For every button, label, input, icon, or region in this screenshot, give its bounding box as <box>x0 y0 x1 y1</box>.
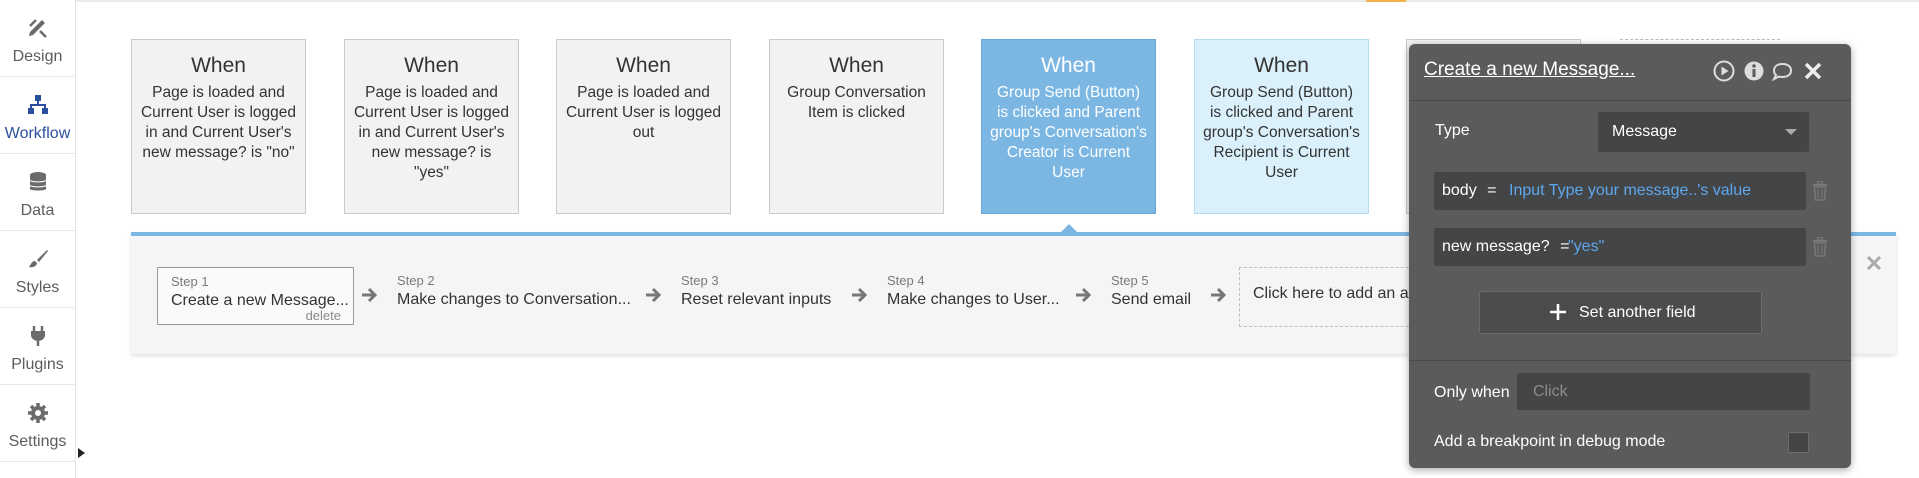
type-label: Type <box>1435 122 1470 139</box>
nav-label: Design <box>12 48 63 65</box>
arrow-right-icon <box>1211 287 1227 303</box>
nav-label: Workflow <box>4 125 71 142</box>
event-condition: Group Send (Button) is clicked and Paren… <box>1203 84 1360 181</box>
event-condition: Page is loaded and Current User is logge… <box>565 84 722 141</box>
step-title: Reset relevant inputs <box>681 291 832 308</box>
close-icon[interactable] <box>1802 60 1824 82</box>
step-card[interactable]: Step 3 Reset relevant inputs <box>668 267 848 325</box>
event-when-label: When <box>191 54 246 77</box>
divider <box>1409 100 1851 101</box>
field-name: body = <box>1442 182 1497 200</box>
divider <box>0 461 75 462</box>
top-accent <box>1366 0 1406 2</box>
event-condition: Page is loaded and Current User is logge… <box>140 84 297 161</box>
field-equals: = <box>1487 182 1497 199</box>
nav-plugins[interactable]: Plugins <box>0 308 75 384</box>
brush-icon <box>29 250 48 268</box>
event-card-selected[interactable]: When Group Send (Button) is clicked and … <box>981 39 1156 214</box>
step-number: Step 2 <box>397 273 435 288</box>
field-row-body[interactable]: body = Input Type your message..'s value <box>1434 172 1806 210</box>
event-when-label: When <box>616 54 671 77</box>
arrow-right-icon <box>852 287 868 303</box>
comment-icon[interactable] <box>1771 60 1793 82</box>
nav-settings[interactable]: Settings <box>0 385 75 461</box>
arrow-right-icon <box>1076 287 1092 303</box>
event-when-label: When <box>829 54 884 77</box>
step-title: Make changes to Conversation... <box>397 291 631 308</box>
play-icon[interactable] <box>1713 60 1735 82</box>
step-number: Step 5 <box>1111 273 1149 288</box>
only-when-input[interactable] <box>1517 373 1810 410</box>
field-value-expression[interactable]: Input Type your message..'s value <box>1509 182 1751 200</box>
gear-icon <box>28 403 48 423</box>
trash-icon[interactable] <box>1812 181 1828 201</box>
field-name-label: new message? <box>1442 238 1550 255</box>
add-event-placeholder[interactable] <box>1620 39 1780 41</box>
event-when-label: When <box>1254 54 1309 77</box>
step-title: Make changes to User... <box>887 291 1060 308</box>
step-number: Step 3 <box>681 273 719 288</box>
nav-label: Styles <box>15 279 60 296</box>
divider <box>1409 360 1851 361</box>
type-value: Message <box>1612 123 1677 140</box>
workflow-icon <box>28 95 48 114</box>
event-card[interactable]: When Group Conversation Item is clicked <box>769 39 944 214</box>
nav-label: Data <box>20 202 55 219</box>
info-icon[interactable] <box>1743 60 1765 82</box>
step-number: Step 4 <box>887 273 925 288</box>
type-dropdown[interactable]: Message <box>1598 112 1809 152</box>
action-property-panel: Create a new Message... Type Message bod… <box>1409 44 1851 468</box>
arrow-right-icon <box>362 287 378 303</box>
event-card[interactable]: When Group Send (Button) is clicked and … <box>1194 39 1369 214</box>
close-icon[interactable] <box>1864 253 1884 273</box>
nav-data[interactable]: Data <box>0 154 75 230</box>
step-card[interactable]: Step 2 Make changes to Conversation... <box>384 267 634 325</box>
chevron-down-icon <box>1785 129 1797 135</box>
breakpoint-checkbox[interactable] <box>1788 432 1809 453</box>
event-condition: Page is loaded and Current User is logge… <box>353 84 510 181</box>
event-when-label: When <box>1041 54 1096 77</box>
step-title: Send email <box>1111 291 1192 308</box>
event-card[interactable]: When Page is loaded and Current User is … <box>556 39 731 214</box>
top-border <box>76 0 1919 2</box>
trash-icon[interactable] <box>1812 237 1828 257</box>
step-number: Step 1 <box>171 274 209 289</box>
event-card[interactable]: When Page is loaded and Current User is … <box>131 39 306 214</box>
nav-label: Plugins <box>11 356 64 373</box>
field-name-label: body <box>1442 182 1477 199</box>
event-when-label: When <box>404 54 459 77</box>
database-icon <box>29 172 47 191</box>
event-card[interactable]: When Page is loaded and Current User is … <box>344 39 519 214</box>
field-name: new message? = <box>1442 238 1569 256</box>
set-another-field-label: Set another field <box>1579 304 1696 321</box>
sidebar: Design Workflow Data Styles Plugins Sett… <box>0 0 76 478</box>
event-condition: Group Conversation Item is clicked <box>787 84 926 121</box>
step-card[interactable]: Step 5 Send email <box>1098 267 1218 325</box>
sidebar-expand-icon[interactable] <box>78 448 85 458</box>
only-when-label: Only when <box>1434 384 1510 401</box>
plug-icon <box>31 326 45 346</box>
nav-design[interactable]: Design <box>0 0 75 76</box>
step-card[interactable]: Step 4 Make changes to User... <box>874 267 1074 325</box>
event-condition: Group Send (Button) is clicked and Paren… <box>990 84 1147 181</box>
design-icon <box>29 19 47 38</box>
nav-label: Settings <box>8 433 67 450</box>
step-card[interactable]: Step 1 Create a new Message... delete <box>157 267 354 325</box>
field-value-expression[interactable]: "yes" <box>1568 238 1604 256</box>
field-row-new-message[interactable]: new message? = "yes" <box>1434 228 1806 266</box>
breakpoint-label: Add a breakpoint in debug mode <box>1434 433 1666 450</box>
nav-workflow[interactable]: Workflow <box>0 77 75 153</box>
panel-title[interactable]: Create a new Message... <box>1424 59 1635 81</box>
nav-styles[interactable]: Styles <box>0 231 75 307</box>
arrow-right-icon <box>646 287 662 303</box>
set-another-field-button[interactable]: Set another field <box>1479 291 1762 334</box>
delete-step-link[interactable]: delete <box>306 308 341 323</box>
plus-icon <box>1550 304 1566 320</box>
